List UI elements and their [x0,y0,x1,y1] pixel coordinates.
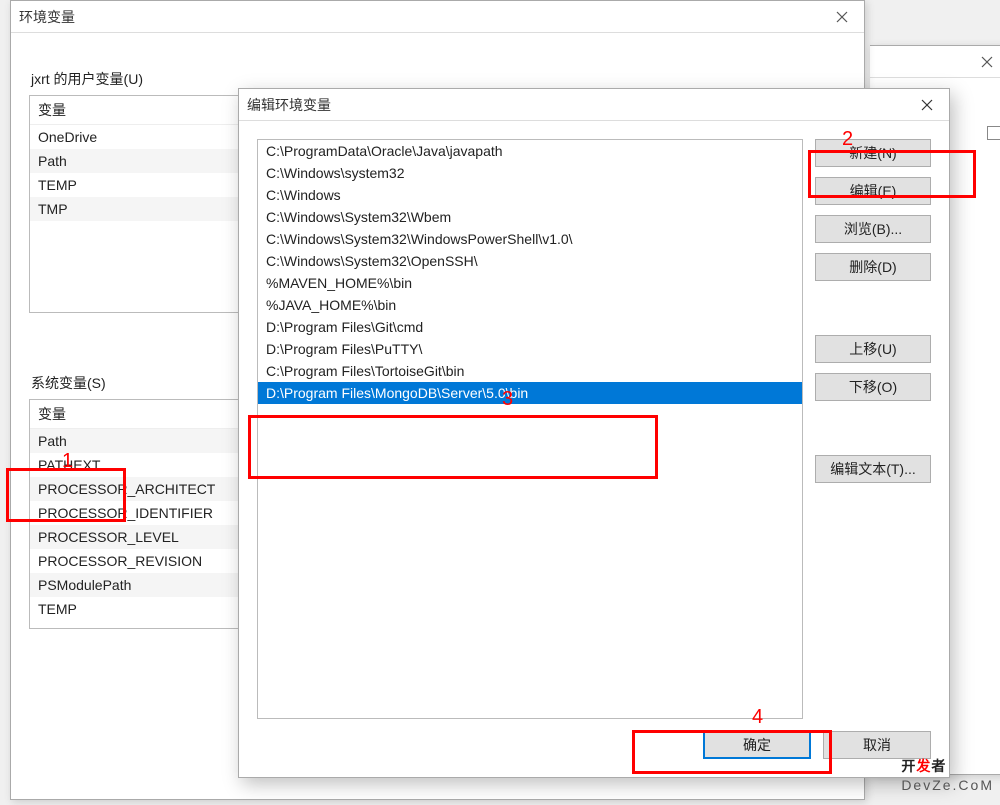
annotation-label-1: 1 [62,450,73,473]
edit-button[interactable]: 编辑(E) [815,177,931,205]
annotation-label-2: 2 [842,128,853,151]
edit-text-button[interactable]: 编辑文本(T)... [815,455,931,483]
watermark-char: 开 [901,758,916,774]
background-window-titlebar [870,46,1000,78]
edit-env-var-title: 编辑环境变量 [247,95,331,115]
watermark-char: 者 [931,758,946,774]
path-row[interactable]: %MAVEN_HOME%\bin [258,272,802,294]
checkbox-hint [987,126,1000,140]
move-down-button[interactable]: 下移(O) [815,373,931,401]
annotation-label-4: 4 [752,706,763,729]
watermark: 开发者 DevZe.CoM [901,745,994,793]
user-vars-label: jxrt 的用户变量(U) [31,69,846,89]
path-row[interactable]: D:\Program Files\Git\cmd [258,316,802,338]
close-icon[interactable] [913,91,941,119]
path-list[interactable]: C:\ProgramData\Oracle\Java\javapathC:\Wi… [257,139,803,719]
delete-button[interactable]: 删除(D) [815,253,931,281]
close-icon[interactable] [973,48,1000,76]
path-row[interactable]: %JAVA_HOME%\bin [258,294,802,316]
ok-button[interactable]: 确定 [703,731,811,759]
path-row[interactable]: C:\Windows\System32\WindowsPowerShell\v1… [258,228,802,250]
path-row[interactable]: C:\Program Files\TortoiseGit\bin [258,360,802,382]
env-vars-title: 环境变量 [19,7,75,27]
move-up-button[interactable]: 上移(U) [815,335,931,363]
env-vars-titlebar: 环境变量 [11,1,864,33]
annotation-label-3: 3 [502,388,513,411]
path-row[interactable]: C:\Windows\System32\OpenSSH\ [258,250,802,272]
edit-env-var-titlebar: 编辑环境变量 [239,89,949,121]
path-row[interactable]: C:\Windows\system32 [258,162,802,184]
edit-env-var-dialog: 编辑环境变量 C:\ProgramData\Oracle\Java\javapa… [238,88,950,778]
path-row[interactable]: D:\Program Files\MongoDB\Server\5.0\bin [258,382,802,404]
path-row[interactable]: D:\Program Files\PuTTY\ [258,338,802,360]
watermark-char: 发 [916,758,931,774]
close-icon[interactable] [828,3,856,31]
browse-button[interactable]: 浏览(B)... [815,215,931,243]
new-button[interactable]: 新建(N) [815,139,931,167]
path-row[interactable]: C:\ProgramData\Oracle\Java\javapath [258,140,802,162]
watermark-sub: DevZe.CoM [901,777,994,793]
path-row[interactable]: C:\Windows\System32\Wbem [258,206,802,228]
path-row[interactable]: C:\Windows [258,184,802,206]
